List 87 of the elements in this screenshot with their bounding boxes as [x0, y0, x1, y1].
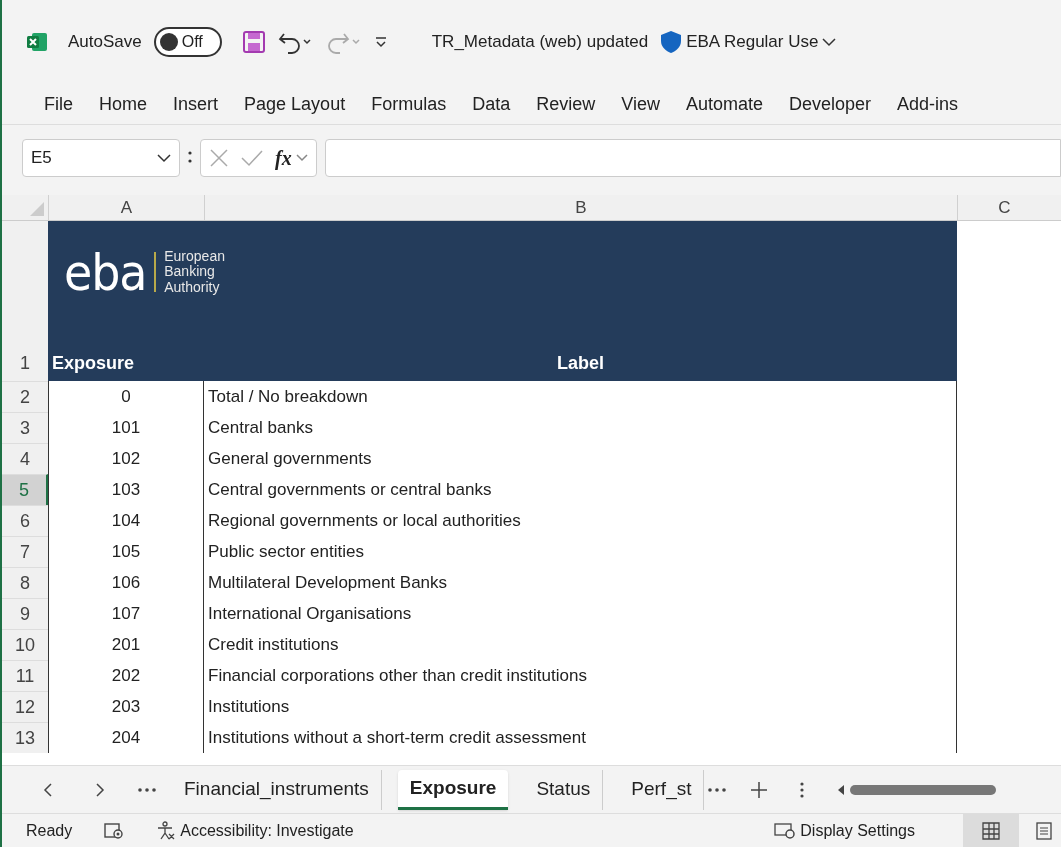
ribbon-tab[interactable]: File: [44, 90, 73, 118]
name-box[interactable]: E5: [22, 138, 180, 177]
table-cell: General governments: [204, 443, 957, 474]
ribbon-tab[interactable]: Insert: [173, 90, 219, 118]
table-cell: 202: [48, 660, 204, 691]
table-cell: Central governments or central banks: [204, 474, 957, 505]
sensitivity-label-button[interactable]: EBA Regular Use: [686, 29, 837, 55]
table-cell: Institutions without a short-term credit assessment: [204, 722, 957, 753]
table-cell: 201: [48, 629, 204, 660]
table-cell: Public sector entities: [204, 536, 957, 567]
table-cell: 203: [48, 691, 204, 722]
add-sheet-icon[interactable]: [750, 780, 769, 799]
table-cell: 0: [48, 381, 204, 412]
table-cell: Total / No breakdown: [204, 381, 957, 412]
ribbon-tab[interactable]: Review: [536, 90, 596, 118]
column-header[interactable]: A: [48, 195, 204, 220]
row-header[interactable]: 11: [2, 660, 48, 691]
table-cell: Regional governments or local authorities: [204, 505, 957, 536]
eba-logo: eba European Banking Authority: [63, 249, 226, 296]
ribbon-tab[interactable]: Home: [99, 90, 148, 118]
row-header[interactable]: 5: [2, 474, 48, 505]
ribbon-tab[interactable]: Page Layout: [244, 90, 346, 118]
ribbon-tab[interactable]: Automate: [685, 90, 763, 118]
grid-icon: [982, 821, 1000, 840]
row-header[interactable]: 10: [2, 629, 48, 660]
row-header[interactable]: 4: [2, 443, 48, 474]
previous-sheet-icon[interactable]: [42, 781, 54, 798]
table-cell: 104: [48, 505, 204, 536]
table-cell: 204: [48, 722, 204, 753]
ribbon-tab[interactable]: Developer: [789, 90, 872, 118]
column-header[interactable]: C: [957, 195, 1051, 220]
ribbon-tab[interactable]: Add-ins: [897, 90, 959, 118]
formula-input[interactable]: [324, 138, 1061, 177]
save-icon[interactable]: [241, 30, 266, 54]
table-cell: 107: [48, 598, 204, 629]
sheet-tab[interactable]: Financial_instruments: [172, 769, 382, 810]
status-text: Ready: [26, 820, 73, 841]
chevron-down-icon: [157, 152, 171, 163]
monitor-gear-icon: [774, 821, 797, 840]
normal-view-button[interactable]: [963, 813, 1019, 847]
table-cell: Financial corporations other than credit institutions: [204, 660, 957, 691]
row-header[interactable]: 6: [2, 505, 48, 536]
ribbon-tab[interactable]: View: [621, 90, 660, 118]
row-header[interactable]: 13: [2, 722, 48, 753]
table-cell: Credit institutions: [204, 629, 957, 660]
table-cell: 105: [48, 536, 204, 567]
excel-logo-icon: [26, 31, 48, 53]
accessibility-button[interactable]: Accessibility: Investigate: [156, 818, 354, 843]
table-cell: 106: [48, 567, 204, 598]
display-settings-button[interactable]: Display Settings: [774, 818, 915, 843]
more-sheets-icon[interactable]: [708, 787, 727, 792]
table-cell: Multilateral Development Banks: [204, 567, 957, 598]
row-header[interactable]: 8: [2, 567, 48, 598]
row-header[interactable]: 7: [2, 536, 48, 567]
row-header[interactable]: 9: [2, 598, 48, 629]
more-options-icon[interactable]: [800, 781, 805, 798]
table-cell: 101: [48, 412, 204, 443]
next-sheet-icon[interactable]: [94, 781, 106, 798]
chevron-down-icon: [822, 37, 837, 47]
macro-recording-icon[interactable]: [104, 821, 125, 840]
sheet-tab[interactable]: Status: [524, 769, 604, 810]
horizontal-scrollbar[interactable]: [836, 782, 997, 797]
ribbon-tab[interactable]: Data: [472, 90, 511, 118]
column-header[interactable]: B: [204, 195, 957, 220]
table-cell: 103: [48, 474, 204, 505]
ribbon-tab[interactable]: Formulas: [371, 90, 447, 118]
customize-toolbar-icon[interactable]: [373, 35, 388, 49]
sheet-tab[interactable]: Exposure: [397, 769, 509, 810]
page-layout-icon[interactable]: [1035, 821, 1053, 840]
row-header[interactable]: 3: [2, 412, 48, 443]
row-header[interactable]: 12: [2, 691, 48, 722]
table-cell: Central banks: [204, 412, 957, 443]
document-title: TR_Metadata (web) updated: [431, 31, 649, 54]
sheet-tab[interactable]: Perf_st: [619, 769, 705, 810]
accessibility-icon: [156, 820, 177, 841]
row-header[interactable]: 2: [2, 381, 48, 412]
table-header-cell-text: Label: [556, 352, 605, 375]
chevron-down-icon: [295, 153, 308, 162]
table-cell: Institutions: [204, 691, 957, 722]
more-sheets-icon[interactable]: [138, 787, 156, 792]
table-cell: 102: [48, 443, 204, 474]
row-header[interactable]: 1: [2, 221, 48, 381]
table-cell: International Organisations: [204, 598, 957, 629]
autosave-label: AutoSave: [68, 31, 142, 54]
autosave-toggle[interactable]: Off: [153, 27, 222, 57]
shield-icon: [660, 30, 683, 54]
table-header-cell-text: Exposure: [51, 352, 136, 375]
